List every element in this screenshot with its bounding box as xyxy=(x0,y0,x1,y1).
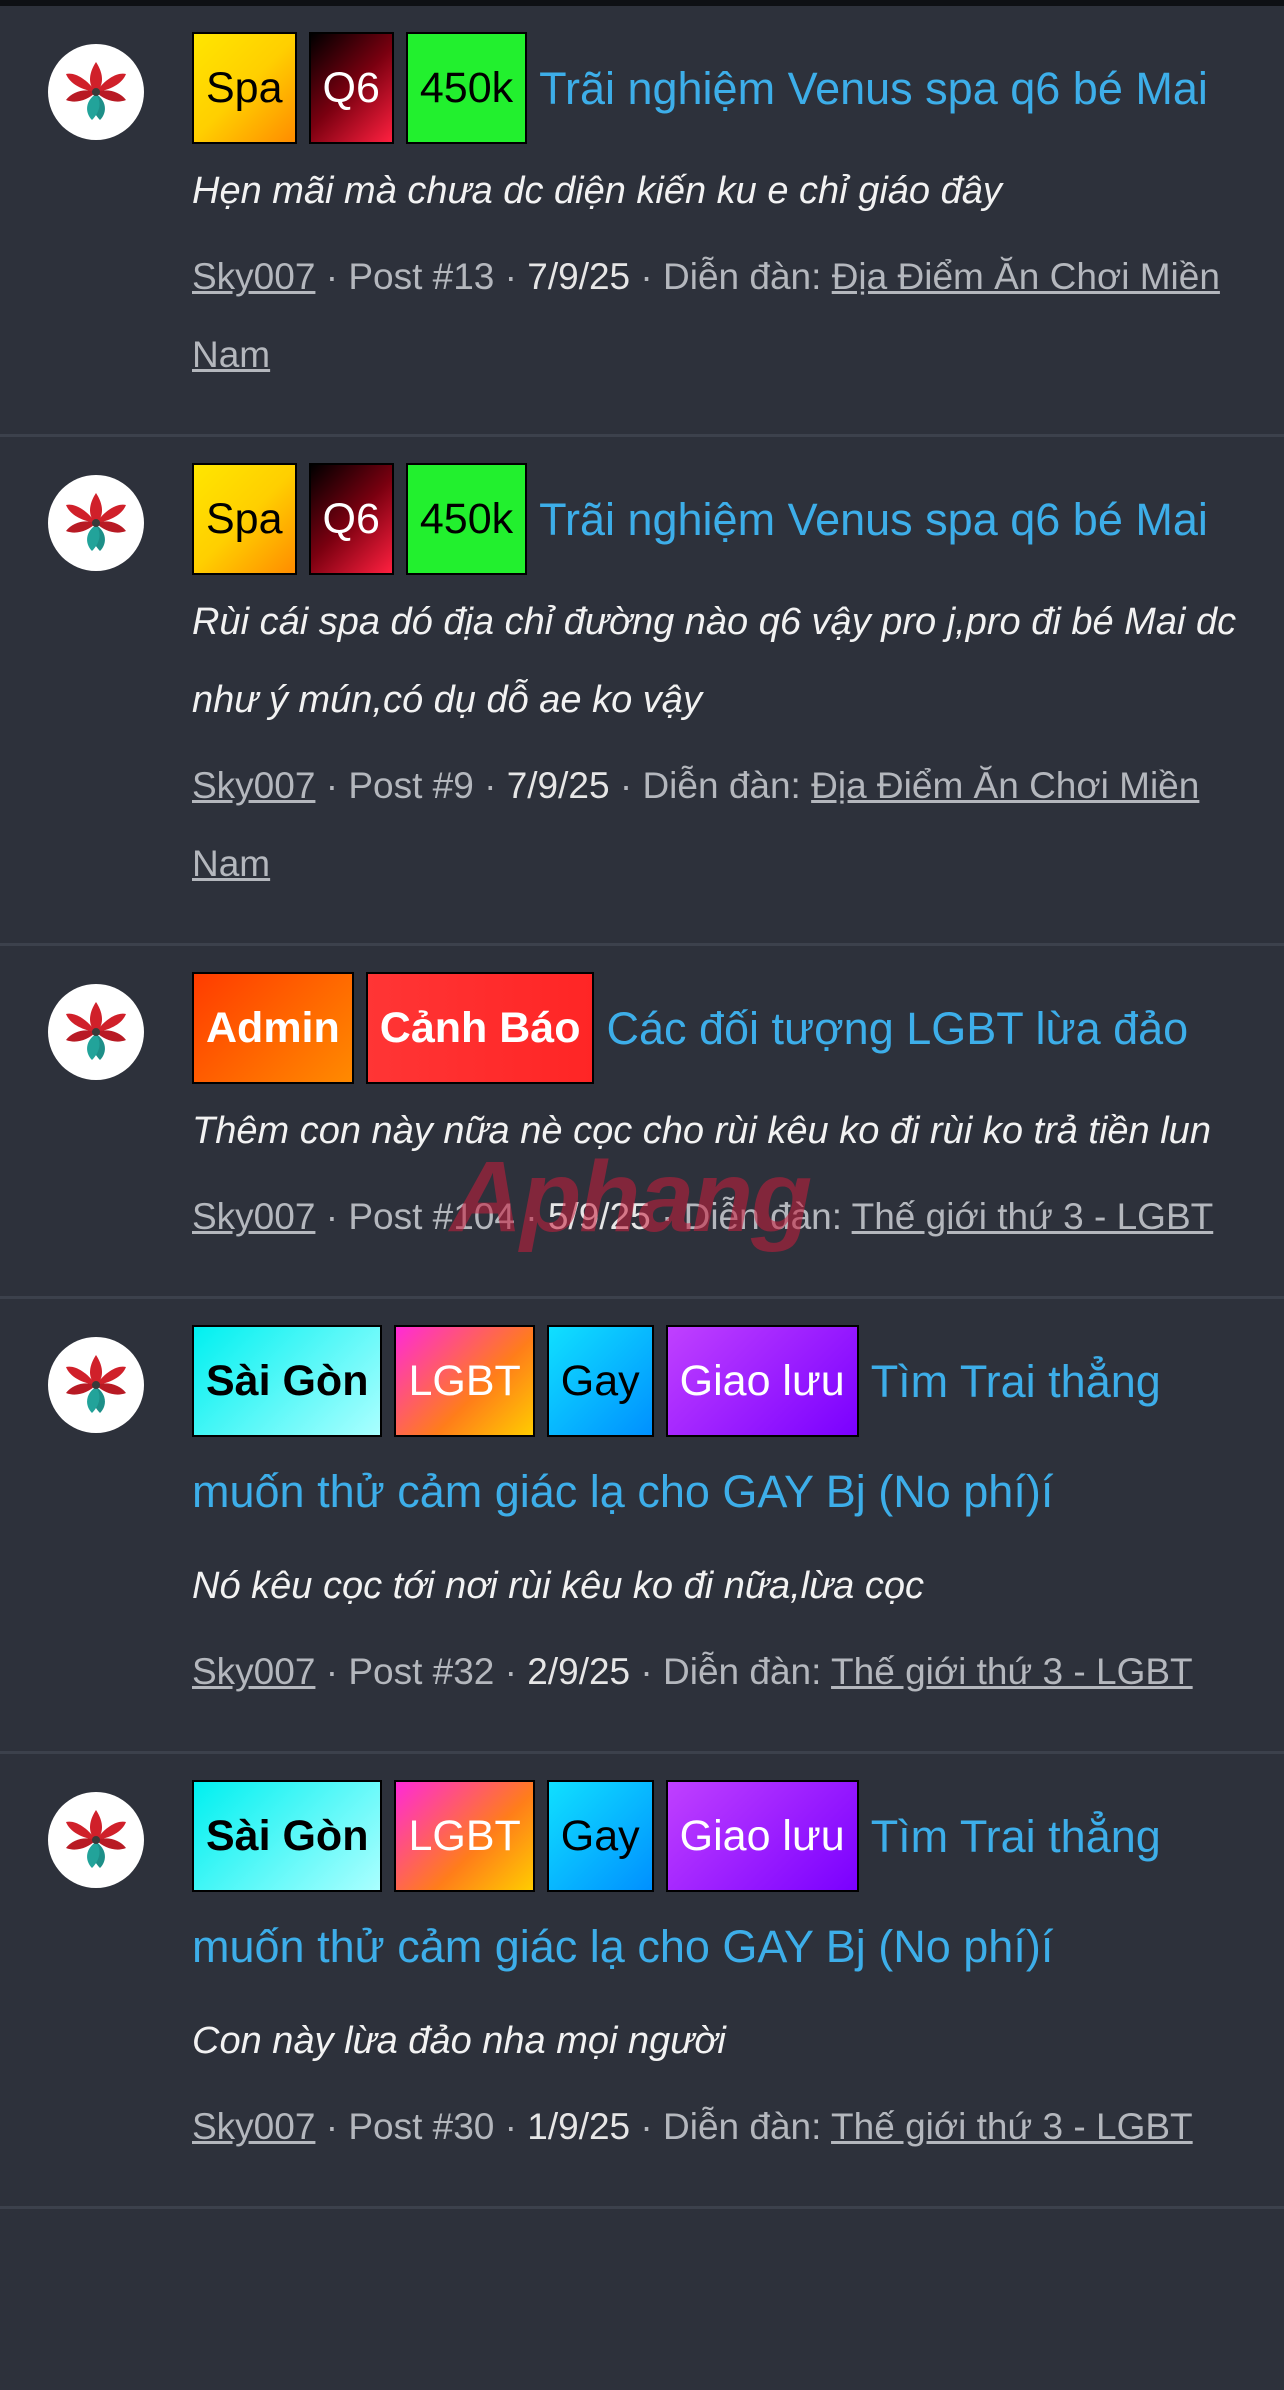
meta-separator: · xyxy=(494,1651,528,1692)
prefix-tag[interactable]: LGBT xyxy=(394,1780,535,1892)
search-result-item: Sài Gòn LGBT Gay Giao lưu Tìm Trai thẳng muố… xyxy=(0,1754,1284,2209)
prefix-tag[interactable]: Q6 xyxy=(308,32,394,144)
meta-separator: · xyxy=(315,765,349,806)
post-date: 2/9/25 xyxy=(527,1651,631,1692)
meta-separator: · xyxy=(315,1651,349,1692)
forum-link[interactable]: Thế giới thứ 3 - LGBT xyxy=(831,1651,1193,1692)
forum-label: Diễn đàn: xyxy=(642,765,801,806)
author-link[interactable]: Sky007 xyxy=(192,256,315,297)
forum-link[interactable]: Thế giới thứ 3 - LGBT xyxy=(831,2106,1193,2147)
meta-separator: · xyxy=(609,765,643,806)
prefix-tag[interactable]: Spa xyxy=(192,32,297,144)
prefix-tag[interactable]: LGBT xyxy=(394,1325,535,1437)
avatar[interactable] xyxy=(48,475,144,571)
avatar[interactable] xyxy=(48,1792,144,1888)
post-date: 1/9/25 xyxy=(527,2106,631,2147)
meta-separator: · xyxy=(494,256,528,297)
thread-title-link[interactable]: Trãi nghiệm Venus spa q6 bé Mai xyxy=(539,63,1208,114)
post-snippet[interactable]: Hẹn mãi mà chưa dc diện kiến ku e chỉ gi… xyxy=(192,152,1244,230)
post-number: Post #9 xyxy=(348,765,474,806)
forum-label: Diễn đàn: xyxy=(663,1651,822,1692)
search-result-item: Admin Cảnh Báo Các đối tượng LGBT lừa đảo T… xyxy=(0,946,1284,1299)
forum-label: Diễn đàn: xyxy=(663,256,822,297)
post-snippet[interactable]: Rùi cái spa dó địa chỉ đường nào q6 vậy … xyxy=(192,583,1244,739)
meta-separator: · xyxy=(473,765,507,806)
avatar[interactable] xyxy=(48,44,144,140)
thread-title-line: Sài Gòn LGBT Gay Giao lưu Tìm Trai thẳng muố… xyxy=(192,1780,1244,1998)
prefix-tag[interactable]: Admin xyxy=(192,972,354,1084)
meta-separator: · xyxy=(650,1196,684,1237)
thread-title-line: Sài Gòn LGBT Gay Giao lưu Tìm Trai thẳng muố… xyxy=(192,1325,1244,1543)
post-number: Post #30 xyxy=(348,2106,495,2147)
prefix-tag[interactable]: Q6 xyxy=(308,463,394,575)
meta-separator: · xyxy=(315,2106,349,2147)
prefix-tag[interactable]: Cảnh Báo xyxy=(365,972,595,1084)
meta-separator: · xyxy=(315,256,349,297)
post-meta: Sky007 · Post #9 · 7/9/25 · Diễn đàn: Đị… xyxy=(192,747,1244,903)
post-date: 5/9/25 xyxy=(547,1196,651,1237)
prefix-tag[interactable]: Giao lưu xyxy=(665,1325,859,1437)
author-link[interactable]: Sky007 xyxy=(192,1196,315,1237)
thread-title-link[interactable]: Trãi nghiệm Venus spa q6 bé Mai xyxy=(539,494,1208,545)
post-date: 7/9/25 xyxy=(506,765,610,806)
prefix-tag[interactable]: Gay xyxy=(546,1780,654,1892)
post-meta: Sky007 · Post #30 · 1/9/25 · Diễn đàn: T… xyxy=(192,2088,1244,2166)
thread-title-link[interactable]: Các đối tượng LGBT lừa đảo xyxy=(606,1003,1188,1054)
prefix-tag[interactable]: Spa xyxy=(192,463,297,575)
post-snippet[interactable]: Nó kêu cọc tới nơi rùi kêu ko đi nữa,lừa… xyxy=(192,1547,1244,1625)
author-link[interactable]: Sky007 xyxy=(192,1651,315,1692)
post-snippet[interactable]: Con này lừa đảo nha mọi người xyxy=(192,2002,1244,2080)
post-meta: Sky007 · Post #104 · 5/9/25 · Diễn đàn: … xyxy=(192,1178,1244,1256)
author-link[interactable]: Sky007 xyxy=(192,765,315,806)
thread-title-line: Spa Q6 450k Trãi nghiệm Venus spa q6 bé Mai xyxy=(192,463,1244,579)
meta-separator: · xyxy=(514,1196,548,1237)
forum-label: Diễn đàn: xyxy=(683,1196,842,1237)
post-date: 7/9/25 xyxy=(527,256,631,297)
prefix-tag[interactable]: Giao lưu xyxy=(665,1780,859,1892)
lotus-icon xyxy=(66,493,126,551)
meta-separator: · xyxy=(315,1196,349,1237)
forum-link[interactable]: Thế giới thứ 3 - LGBT xyxy=(852,1196,1214,1237)
search-result-item: Sài Gòn LGBT Gay Giao lưu Tìm Trai thẳng muố… xyxy=(0,1299,1284,1754)
post-snippet[interactable]: Thêm con này nữa nè cọc cho rùi kêu ko đ… xyxy=(192,1092,1244,1170)
post-meta: Sky007 · Post #13 · 7/9/25 · Diễn đàn: Đ… xyxy=(192,238,1244,394)
search-result-item: Spa Q6 450k Trãi nghiệm Venus spa q6 bé Mai… xyxy=(0,437,1284,946)
meta-separator: · xyxy=(630,2106,664,2147)
lotus-icon xyxy=(66,1002,126,1060)
prefix-tag[interactable]: Sài Gòn xyxy=(192,1325,383,1437)
post-number: Post #32 xyxy=(348,1651,495,1692)
lotus-icon xyxy=(66,1355,126,1413)
lotus-icon xyxy=(66,62,126,120)
post-meta: Sky007 · Post #32 · 2/9/25 · Diễn đàn: T… xyxy=(192,1633,1244,1711)
avatar[interactable] xyxy=(48,984,144,1080)
thread-title-line: Admin Cảnh Báo Các đối tượng LGBT lừa đảo xyxy=(192,972,1244,1088)
prefix-tag[interactable]: Sài Gòn xyxy=(192,1780,383,1892)
author-link[interactable]: Sky007 xyxy=(192,2106,315,2147)
meta-separator: · xyxy=(630,256,664,297)
lotus-icon xyxy=(66,1810,126,1868)
meta-separator: · xyxy=(630,1651,664,1692)
prefix-tag[interactable]: 450k xyxy=(405,463,528,575)
meta-separator: · xyxy=(494,2106,528,2147)
avatar[interactable] xyxy=(48,1337,144,1433)
post-number: Post #13 xyxy=(348,256,495,297)
search-result-item: Spa Q6 450k Trãi nghiệm Venus spa q6 bé Mai… xyxy=(0,6,1284,437)
thread-title-line: Spa Q6 450k Trãi nghiệm Venus spa q6 bé Mai xyxy=(192,32,1244,148)
prefix-tag[interactable]: 450k xyxy=(405,32,528,144)
post-number: Post #104 xyxy=(348,1196,515,1237)
prefix-tag[interactable]: Gay xyxy=(546,1325,654,1437)
search-results-list: Spa Q6 450k Trãi nghiệm Venus spa q6 bé Mai… xyxy=(0,6,1284,2209)
forum-label: Diễn đàn: xyxy=(663,2106,822,2147)
